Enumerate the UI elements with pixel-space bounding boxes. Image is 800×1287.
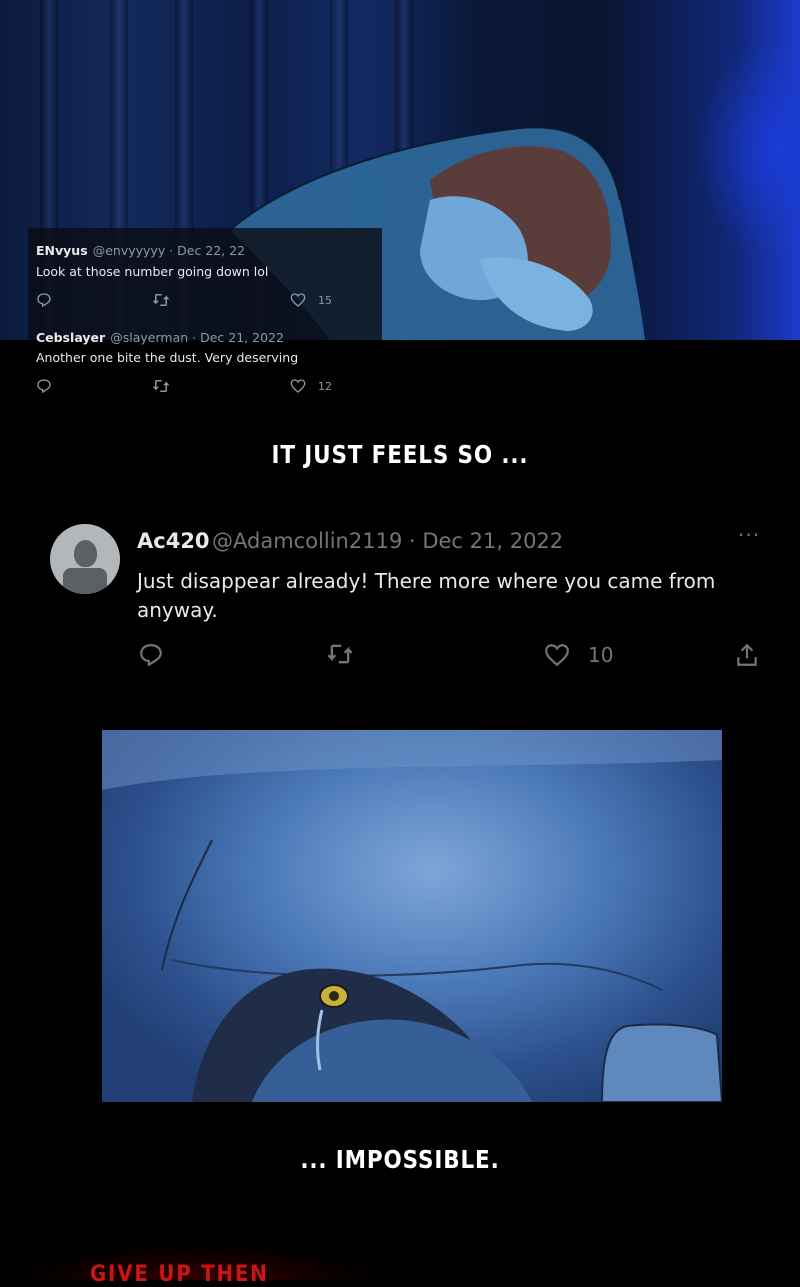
tweet-meta: @envyyyyy · Dec 22, 22 bbox=[92, 243, 246, 258]
tweet-author-name[interactable]: Ac420 bbox=[137, 529, 210, 553]
tweet-meta: @Adamcollin2119 · Dec 21, 2022 bbox=[212, 529, 564, 553]
reply-icon[interactable] bbox=[36, 292, 52, 311]
like-icon[interactable] bbox=[544, 642, 570, 672]
avatar-body-shape bbox=[63, 568, 107, 594]
tweet-card-small: ENvyus @envyyyyy · Dec 22, 22 Look at th… bbox=[28, 228, 382, 345]
tweet-text: Another one bite the dust. Very deservin… bbox=[36, 350, 299, 365]
caption-text: IT JUST FEELS SO ... bbox=[271, 440, 529, 469]
like-count: 10 bbox=[588, 643, 614, 667]
avatar[interactable] bbox=[50, 524, 120, 594]
tweet-header: ENvyus @envyyyyy · Dec 22, 22 bbox=[36, 240, 245, 259]
reply-icon[interactable] bbox=[138, 642, 164, 672]
retweet-icon[interactable] bbox=[326, 642, 354, 670]
retweet-icon[interactable] bbox=[152, 378, 170, 397]
tweet-text: Look at those number going down lol bbox=[36, 264, 269, 279]
avatar-head-shape bbox=[74, 540, 97, 567]
tweet-card-small-continued: Another one bite the dust. Very deservin… bbox=[28, 340, 382, 404]
bottom-illustration-panel bbox=[102, 730, 722, 1102]
tweet-card-large: Ac420 @Adamcollin2119 · Dec 21, 2022 ···… bbox=[48, 520, 778, 680]
like-count: 12 bbox=[318, 380, 332, 393]
reply-icon[interactable] bbox=[36, 378, 52, 397]
tweet-actions: 15 bbox=[36, 292, 336, 308]
red-caption-text: GIVE UP THEN bbox=[90, 1262, 269, 1287]
tweet-author-name[interactable]: ENvyus bbox=[36, 243, 88, 258]
like-count: 15 bbox=[318, 294, 332, 307]
like-icon[interactable] bbox=[290, 378, 306, 397]
more-icon[interactable]: ··· bbox=[738, 523, 760, 547]
crying-eye-illustration bbox=[102, 730, 722, 1102]
caption-text: ... IMPOSSIBLE. bbox=[300, 1145, 500, 1174]
retweet-icon[interactable] bbox=[152, 292, 170, 311]
share-icon[interactable] bbox=[734, 642, 760, 672]
tweet-actions: 12 bbox=[36, 378, 336, 394]
like-icon[interactable] bbox=[290, 292, 306, 311]
tweet-text: Just disappear already! There more where… bbox=[137, 569, 716, 622]
